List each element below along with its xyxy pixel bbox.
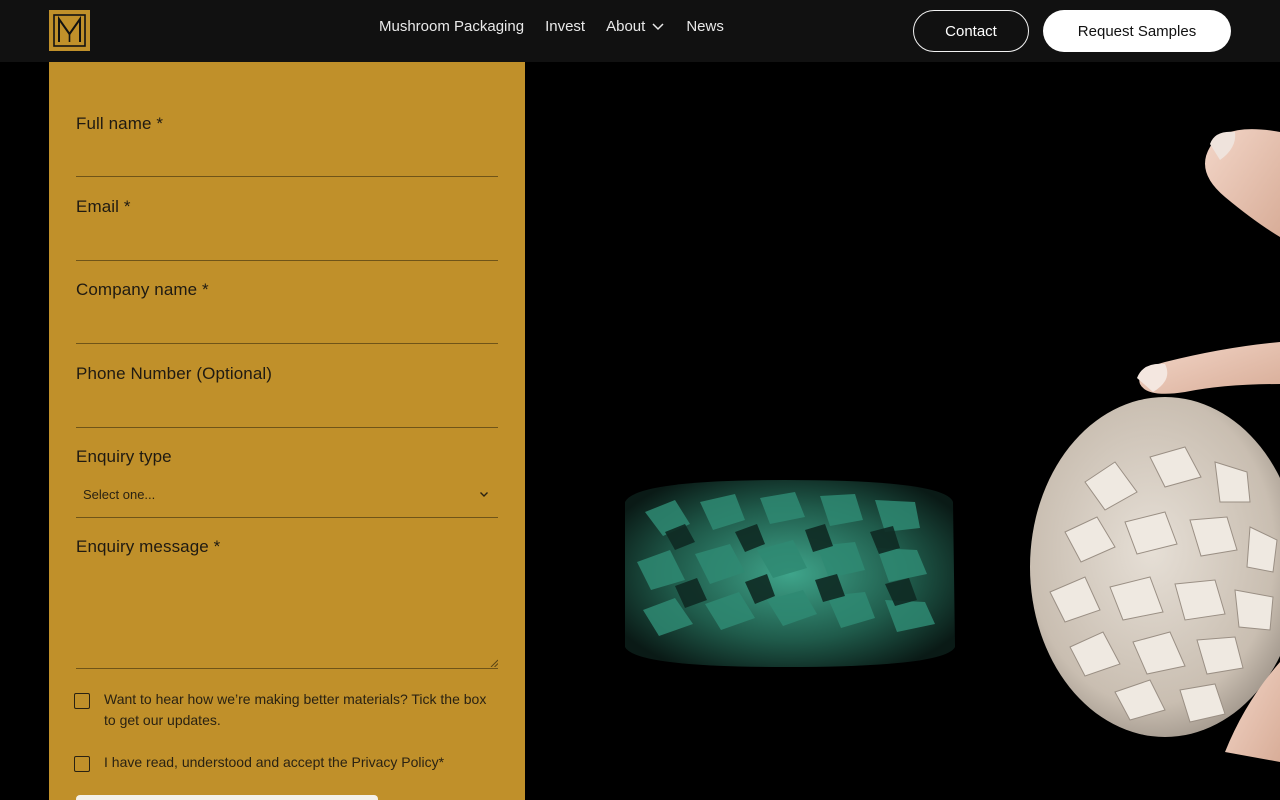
enquiry-message-label: Enquiry message * [76,537,221,556]
email-field[interactable]: Email * [76,197,498,261]
privacy-checkbox-label: I have read, understood and accept the P… [104,754,445,770]
submit-button[interactable] [76,795,378,800]
phone-field[interactable]: Phone Number (Optional) [76,364,498,428]
enquiry-message-textarea[interactable] [76,668,498,669]
full-name-field[interactable]: Full name * [76,114,498,177]
phone-label: Phone Number (Optional) [76,364,273,383]
chevron-down-icon [480,492,488,497]
updates-checkbox-label: Want to hear how we’re making better mat… [104,691,487,728]
company-label: Company name * [76,280,209,299]
phone-input[interactable] [76,427,498,428]
white-material-disc [1030,397,1280,737]
nav-invest[interactable]: Invest [545,18,585,35]
email-input[interactable] [76,260,498,261]
enquiry-message-field[interactable]: Enquiry message * [76,537,498,669]
mushroom-material-illustration [625,129,1280,762]
contact-form-panel: Full name * Email * Company name * Phone… [49,62,525,800]
resize-handle-icon[interactable] [490,659,498,667]
nav-about[interactable]: About [606,18,665,35]
nav-news[interactable]: News [686,18,724,35]
full-name-label: Full name * [76,114,164,133]
contact-button[interactable]: Contact [913,10,1029,52]
enquiry-type-underline [76,517,498,518]
enquiry-type-select[interactable]: Select one... [76,483,498,505]
nav-about-label: About [606,17,646,35]
updates-checkbox[interactable] [74,693,90,709]
teal-material-puck [625,480,955,667]
updates-checkbox-row[interactable]: Want to hear how we’re making better mat… [74,689,494,731]
nav-mushroom-packaging[interactable]: Mushroom Packaging [379,18,524,35]
enquiry-type-field: Enquiry type Select one... [76,447,498,518]
top-fingertip [1205,129,1280,237]
privacy-checkbox[interactable] [74,756,90,772]
brand-logo[interactable] [49,10,90,51]
full-name-input[interactable] [76,176,498,177]
enquiry-type-value: Select one... [83,486,156,502]
main-menu: Mushroom Packaging Invest About News [379,0,724,52]
request-samples-button[interactable]: Request Samples [1043,10,1231,52]
chevron-down-icon [652,23,664,31]
email-label: Email * [76,197,131,216]
m-logo-icon [53,14,86,47]
company-input[interactable] [76,343,498,344]
company-field[interactable]: Company name * [76,280,498,344]
privacy-checkbox-row[interactable]: I have read, understood and accept the P… [74,752,494,773]
top-navigation: Mushroom Packaging Invest About News Con… [0,0,1280,62]
enquiry-type-label: Enquiry type [76,447,172,466]
product-image [525,62,1280,800]
